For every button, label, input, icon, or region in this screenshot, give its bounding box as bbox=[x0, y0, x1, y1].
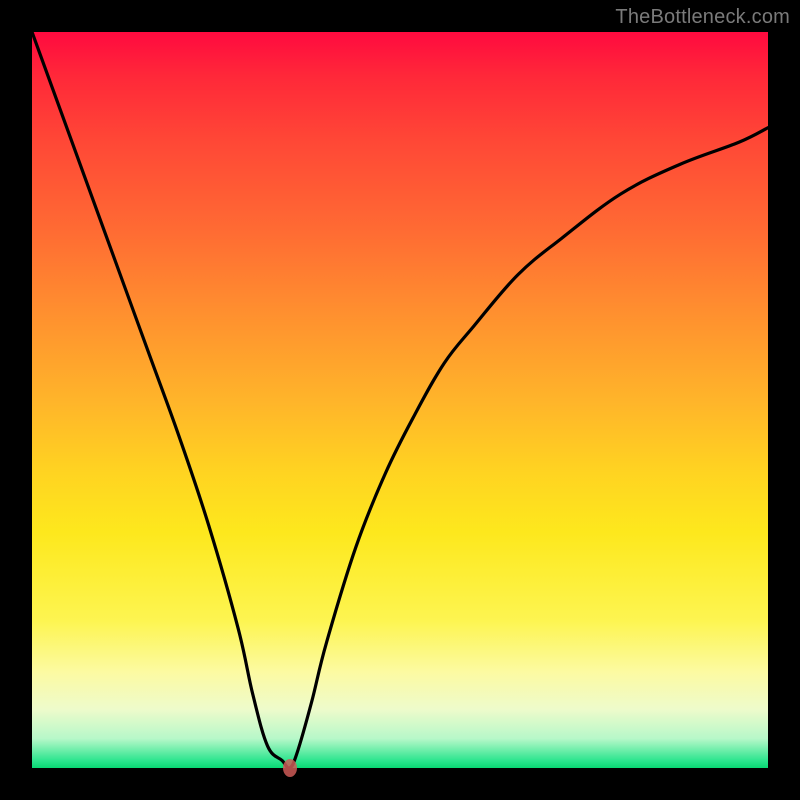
curve-svg bbox=[32, 32, 768, 768]
watermark-text: TheBottleneck.com bbox=[615, 6, 790, 29]
chart-frame: TheBottleneck.com bbox=[0, 0, 800, 800]
optimal-point-marker bbox=[283, 759, 297, 777]
plot-area bbox=[32, 32, 768, 768]
bottleneck-curve bbox=[32, 32, 768, 768]
